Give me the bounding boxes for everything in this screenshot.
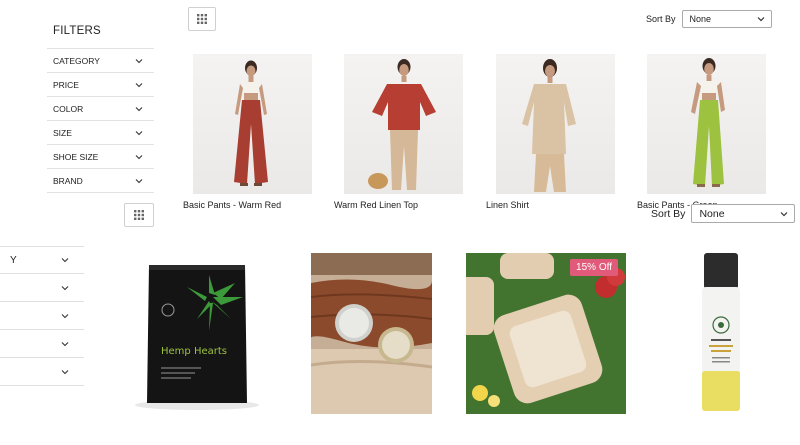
product-card[interactable]: Warm Red Linen Top (334, 54, 463, 210)
chevron-down-icon (60, 339, 70, 349)
filter-category[interactable]: CATEGORY (47, 49, 154, 73)
chevron-down-icon (134, 104, 144, 114)
chevron-down-icon (779, 209, 789, 219)
product-image[interactable] (193, 54, 312, 194)
product-card-roll-on[interactable] (660, 253, 782, 414)
filter-brand[interactable]: BRAND (47, 169, 154, 193)
filter-row[interactable] (0, 330, 84, 358)
sort-by-label: Sort By (651, 207, 686, 220)
filter-row[interactable] (0, 358, 84, 386)
product-card[interactable]: Basic Pants - Green (637, 54, 766, 210)
filter-label: Y (10, 254, 17, 266)
filter-row[interactable]: Y (0, 246, 84, 274)
discount-badge: 15% Off (570, 259, 618, 276)
product-image[interactable] (496, 54, 615, 194)
sort-by-select[interactable]: None (691, 204, 796, 223)
filters-title: FILTERS (53, 25, 101, 37)
chevron-down-icon (134, 80, 144, 90)
product-card[interactable]: Basic Pants - Warm Red (183, 54, 312, 210)
grid-view-button[interactable] (124, 203, 154, 227)
sort-by-value: None (699, 207, 725, 220)
chevron-down-icon (60, 367, 70, 377)
product-name[interactable]: Warm Red Linen Top (334, 200, 418, 210)
filter-label: SHOE SIZE (53, 151, 99, 162)
product-card[interactable]: Linen Shirt (486, 54, 615, 210)
package-brand: Hemp Hearts (161, 346, 227, 357)
product-card-tins[interactable] (311, 253, 471, 414)
filter-label: PRICE (53, 79, 79, 90)
chevron-down-icon (60, 311, 70, 321)
product-image[interactable] (311, 253, 433, 414)
filter-list: CATEGORY PRICE COLOR SIZE SHOE SIZE BRAN… (47, 48, 154, 193)
chevron-down-icon (134, 176, 144, 186)
product-image[interactable] (647, 54, 766, 194)
filter-label: BRAND (53, 175, 83, 186)
product-card-patches[interactable]: 15% Off (466, 253, 626, 414)
chevron-down-icon (134, 152, 144, 162)
sort-by-select[interactable]: None (681, 10, 772, 28)
product-image[interactable] (466, 253, 626, 414)
filter-row[interactable] (0, 302, 84, 330)
product-image[interactable] (660, 253, 782, 414)
chevron-down-icon (756, 14, 766, 24)
grid-view-button[interactable] (188, 7, 216, 31)
product-name[interactable]: Linen Shirt (486, 200, 529, 210)
product-card-hemp-hearts[interactable]: Hemp Hearts (117, 253, 277, 414)
filter-shoe-size[interactable]: SHOE SIZE (47, 145, 154, 169)
product-image[interactable] (344, 54, 463, 194)
chevron-down-icon (60, 283, 70, 293)
product-image[interactable]: Hemp Hearts (117, 253, 277, 414)
chevron-down-icon (134, 56, 144, 66)
filter-label: SIZE (53, 127, 72, 138)
product-name[interactable]: Basic Pants - Warm Red (183, 200, 281, 210)
sort-by-value: None (689, 14, 712, 24)
grid-view-icon (197, 14, 207, 24)
sort-by-control: Sort By None (651, 204, 796, 223)
sort-by-control: Sort By None (646, 10, 772, 28)
filter-row[interactable] (0, 274, 84, 302)
filter-size[interactable]: SIZE (47, 121, 154, 145)
filters-panel: Y (0, 246, 84, 386)
chevron-down-icon (134, 128, 144, 138)
chevron-down-icon (60, 255, 70, 265)
filter-price[interactable]: PRICE (47, 73, 154, 97)
filter-label: CATEGORY (53, 55, 100, 66)
filter-color[interactable]: COLOR (47, 97, 154, 121)
grid-view-icon (134, 210, 144, 220)
sort-by-label: Sort By (646, 14, 676, 24)
filter-label: COLOR (53, 103, 84, 114)
